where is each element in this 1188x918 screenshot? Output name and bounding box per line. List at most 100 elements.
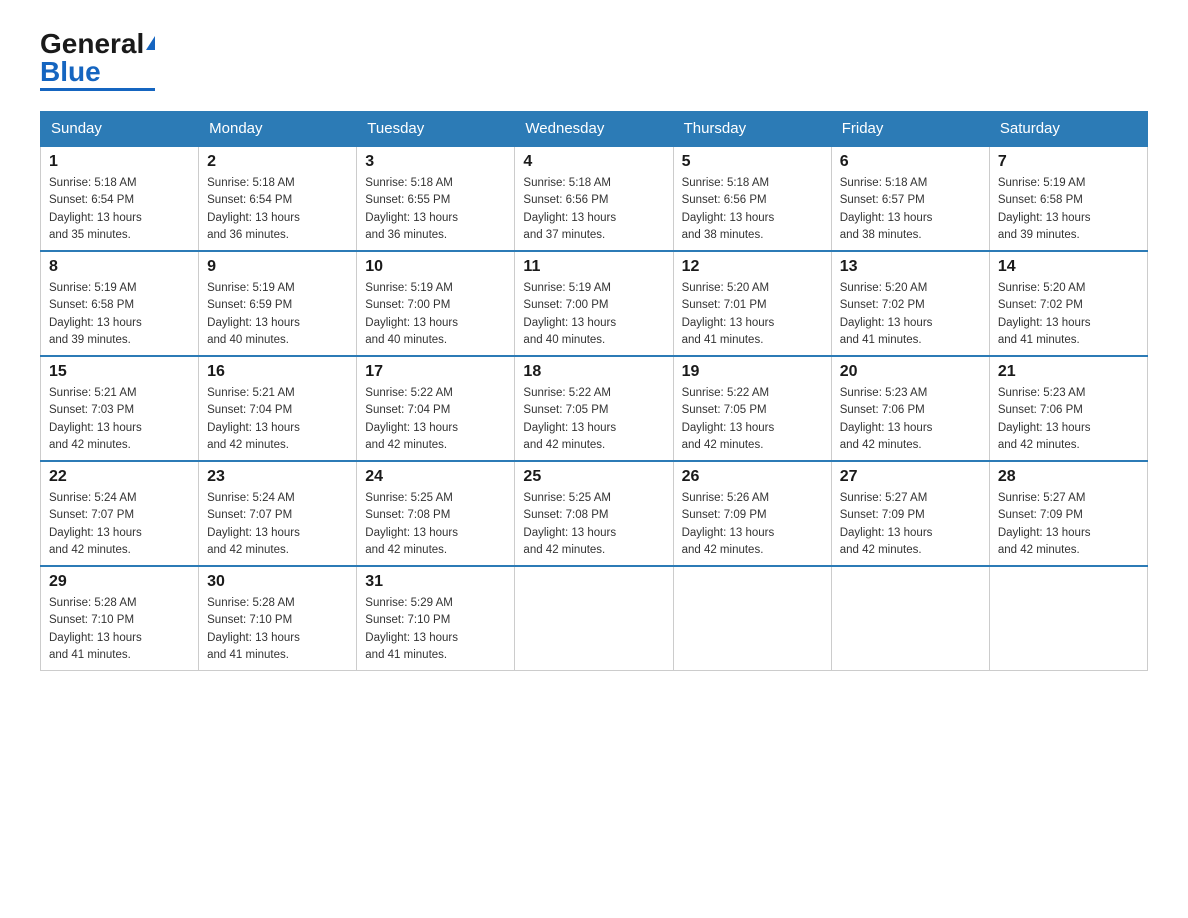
day-info: Sunrise: 5:18 AMSunset: 6:56 PMDaylight:…	[523, 175, 664, 244]
week-row-2: 8 Sunrise: 5:19 AMSunset: 6:58 PMDaylight…	[41, 251, 1148, 356]
day-cell-27: 27 Sunrise: 5:27 AMSunset: 7:09 PMDayligh…	[831, 461, 989, 566]
day-cell-2: 2 Sunrise: 5:18 AMSunset: 6:54 PMDaylight…	[199, 146, 357, 251]
calendar-header-row: SundayMondayTuesdayWednesdayThursdayFrid…	[41, 112, 1148, 147]
day-cell-22: 22 Sunrise: 5:24 AMSunset: 7:07 PMDayligh…	[41, 461, 199, 566]
day-info: Sunrise: 5:27 AMSunset: 7:09 PMDaylight:…	[998, 490, 1139, 559]
day-number: 18	[523, 363, 664, 381]
column-header-saturday: Saturday	[989, 112, 1147, 147]
day-info: Sunrise: 5:18 AMSunset: 6:56 PMDaylight:…	[682, 175, 823, 244]
logo-general: General	[40, 28, 144, 59]
day-cell-23: 23Sunrise: 5:24 AMSunset: 7:07 PMDayligh…	[199, 461, 357, 566]
day-cell-7: 7Sunrise: 5:19 AMSunset: 6:58 PMDaylight…	[989, 146, 1147, 251]
day-info: Sunrise: 5:24 AMSunset: 7:07 PMDaylight:…	[49, 490, 190, 559]
column-header-sunday: Sunday	[41, 112, 199, 147]
day-number: 24	[365, 468, 506, 486]
day-info: Sunrise: 5:18 AMSunset: 6:55 PMDaylight:…	[365, 175, 506, 244]
day-cell-3: 3 Sunrise: 5:18 AMSunset: 6:55 PMDaylight…	[357, 146, 515, 251]
day-number: 11	[523, 258, 664, 276]
day-number: 22	[49, 468, 190, 486]
day-cell-1: 1 Sunrise: 5:18 AMSunset: 6:54 PMDaylight…	[41, 146, 199, 251]
day-cell-25: 25 Sunrise: 5:25 AMSunset: 7:08 PMDayligh…	[515, 461, 673, 566]
day-number: 20	[840, 363, 981, 381]
logo: General Blue	[40, 30, 155, 91]
day-info: Sunrise: 5:22 AMSunset: 7:04 PMDaylight:…	[365, 385, 506, 454]
day-info: Sunrise: 5:20 AMSunset: 7:01 PMDaylight:…	[682, 280, 823, 349]
day-cell-13: 13 Sunrise: 5:20 AMSunset: 7:02 PMDayligh…	[831, 251, 989, 356]
empty-cell	[831, 566, 989, 671]
day-cell-14: 14Sunrise: 5:20 AMSunset: 7:02 PMDayligh…	[989, 251, 1147, 356]
day-cell-15: 15 Sunrise: 5:21 AMSunset: 7:03 PMDayligh…	[41, 356, 199, 461]
day-number: 7	[998, 153, 1139, 171]
day-info: Sunrise: 5:28 AMSunset: 7:10 PMDaylight:…	[49, 595, 190, 664]
day-number: 27	[840, 468, 981, 486]
day-number: 15	[49, 363, 190, 381]
day-info: Sunrise: 5:21 AMSunset: 7:04 PMDaylight:…	[207, 385, 348, 454]
page-header: General Blue	[40, 30, 1148, 91]
day-info: Sunrise: 5:25 AMSunset: 7:08 PMDaylight:…	[365, 490, 506, 559]
week-row-1: 1 Sunrise: 5:18 AMSunset: 6:54 PMDaylight…	[41, 146, 1148, 251]
day-number: 26	[682, 468, 823, 486]
day-cell-24: 24 Sunrise: 5:25 AMSunset: 7:08 PMDayligh…	[357, 461, 515, 566]
day-number: 9	[207, 258, 348, 276]
day-number: 21	[998, 363, 1139, 381]
column-header-wednesday: Wednesday	[515, 112, 673, 147]
day-info: Sunrise: 5:29 AMSunset: 7:10 PMDaylight:…	[365, 595, 506, 664]
logo-underline	[40, 88, 155, 91]
day-cell-31: 31 Sunrise: 5:29 AMSunset: 7:10 PMDayligh…	[357, 566, 515, 671]
day-info: Sunrise: 5:18 AMSunset: 6:54 PMDaylight:…	[49, 175, 190, 244]
day-number: 5	[682, 153, 823, 171]
day-number: 13	[840, 258, 981, 276]
logo-text: General Blue	[40, 30, 155, 86]
day-cell-5: 5 Sunrise: 5:18 AMSunset: 6:56 PMDaylight…	[673, 146, 831, 251]
day-number: 1	[49, 153, 190, 171]
day-number: 28	[998, 468, 1139, 486]
day-number: 8	[49, 258, 190, 276]
column-header-friday: Friday	[831, 112, 989, 147]
day-info: Sunrise: 5:18 AMSunset: 6:57 PMDaylight:…	[840, 175, 981, 244]
empty-cell	[515, 566, 673, 671]
day-cell-28: 28 Sunrise: 5:27 AMSunset: 7:09 PMDayligh…	[989, 461, 1147, 566]
day-info: Sunrise: 5:28 AMSunset: 7:10 PMDaylight:…	[207, 595, 348, 664]
day-info: Sunrise: 5:22 AMSunset: 7:05 PMDaylight:…	[523, 385, 664, 454]
empty-cell	[989, 566, 1147, 671]
logo-blue: Blue	[40, 56, 101, 87]
column-header-tuesday: Tuesday	[357, 112, 515, 147]
day-cell-4: 4Sunrise: 5:18 AMSunset: 6:56 PMDaylight…	[515, 146, 673, 251]
day-number: 19	[682, 363, 823, 381]
day-number: 17	[365, 363, 506, 381]
day-info: Sunrise: 5:27 AMSunset: 7:09 PMDaylight:…	[840, 490, 981, 559]
day-cell-9: 9 Sunrise: 5:19 AMSunset: 6:59 PMDaylight…	[199, 251, 357, 356]
week-row-5: 29Sunrise: 5:28 AMSunset: 7:10 PMDayligh…	[41, 566, 1148, 671]
day-number: 3	[365, 153, 506, 171]
day-cell-17: 17 Sunrise: 5:22 AMSunset: 7:04 PMDayligh…	[357, 356, 515, 461]
day-info: Sunrise: 5:19 AMSunset: 7:00 PMDaylight:…	[365, 280, 506, 349]
day-info: Sunrise: 5:19 AMSunset: 7:00 PMDaylight:…	[523, 280, 664, 349]
day-info: Sunrise: 5:25 AMSunset: 7:08 PMDaylight:…	[523, 490, 664, 559]
day-cell-30: 30Sunrise: 5:28 AMSunset: 7:10 PMDayligh…	[199, 566, 357, 671]
day-cell-8: 8 Sunrise: 5:19 AMSunset: 6:58 PMDaylight…	[41, 251, 199, 356]
day-info: Sunrise: 5:19 AMSunset: 6:59 PMDaylight:…	[207, 280, 348, 349]
day-info: Sunrise: 5:23 AMSunset: 7:06 PMDaylight:…	[998, 385, 1139, 454]
day-number: 25	[523, 468, 664, 486]
day-cell-19: 19Sunrise: 5:22 AMSunset: 7:05 PMDayligh…	[673, 356, 831, 461]
day-cell-18: 18 Sunrise: 5:22 AMSunset: 7:05 PMDayligh…	[515, 356, 673, 461]
day-cell-10: 10Sunrise: 5:19 AMSunset: 7:00 PMDayligh…	[357, 251, 515, 356]
logo-triangle-icon	[146, 36, 155, 50]
column-header-monday: Monday	[199, 112, 357, 147]
week-row-3: 15 Sunrise: 5:21 AMSunset: 7:03 PMDayligh…	[41, 356, 1148, 461]
empty-cell	[673, 566, 831, 671]
day-info: Sunrise: 5:18 AMSunset: 6:54 PMDaylight:…	[207, 175, 348, 244]
week-row-4: 22 Sunrise: 5:24 AMSunset: 7:07 PMDayligh…	[41, 461, 1148, 566]
day-info: Sunrise: 5:21 AMSunset: 7:03 PMDaylight:…	[49, 385, 190, 454]
calendar-table: SundayMondayTuesdayWednesdayThursdayFrid…	[40, 111, 1148, 671]
day-number: 2	[207, 153, 348, 171]
day-cell-21: 21 Sunrise: 5:23 AMSunset: 7:06 PMDayligh…	[989, 356, 1147, 461]
day-number: 31	[365, 573, 506, 591]
column-header-thursday: Thursday	[673, 112, 831, 147]
day-info: Sunrise: 5:19 AMSunset: 6:58 PMDaylight:…	[49, 280, 190, 349]
day-number: 16	[207, 363, 348, 381]
day-cell-26: 26 Sunrise: 5:26 AMSunset: 7:09 PMDayligh…	[673, 461, 831, 566]
day-info: Sunrise: 5:26 AMSunset: 7:09 PMDaylight:…	[682, 490, 823, 559]
day-info: Sunrise: 5:20 AMSunset: 7:02 PMDaylight:…	[840, 280, 981, 349]
day-cell-11: 11 Sunrise: 5:19 AMSunset: 7:00 PMDayligh…	[515, 251, 673, 356]
